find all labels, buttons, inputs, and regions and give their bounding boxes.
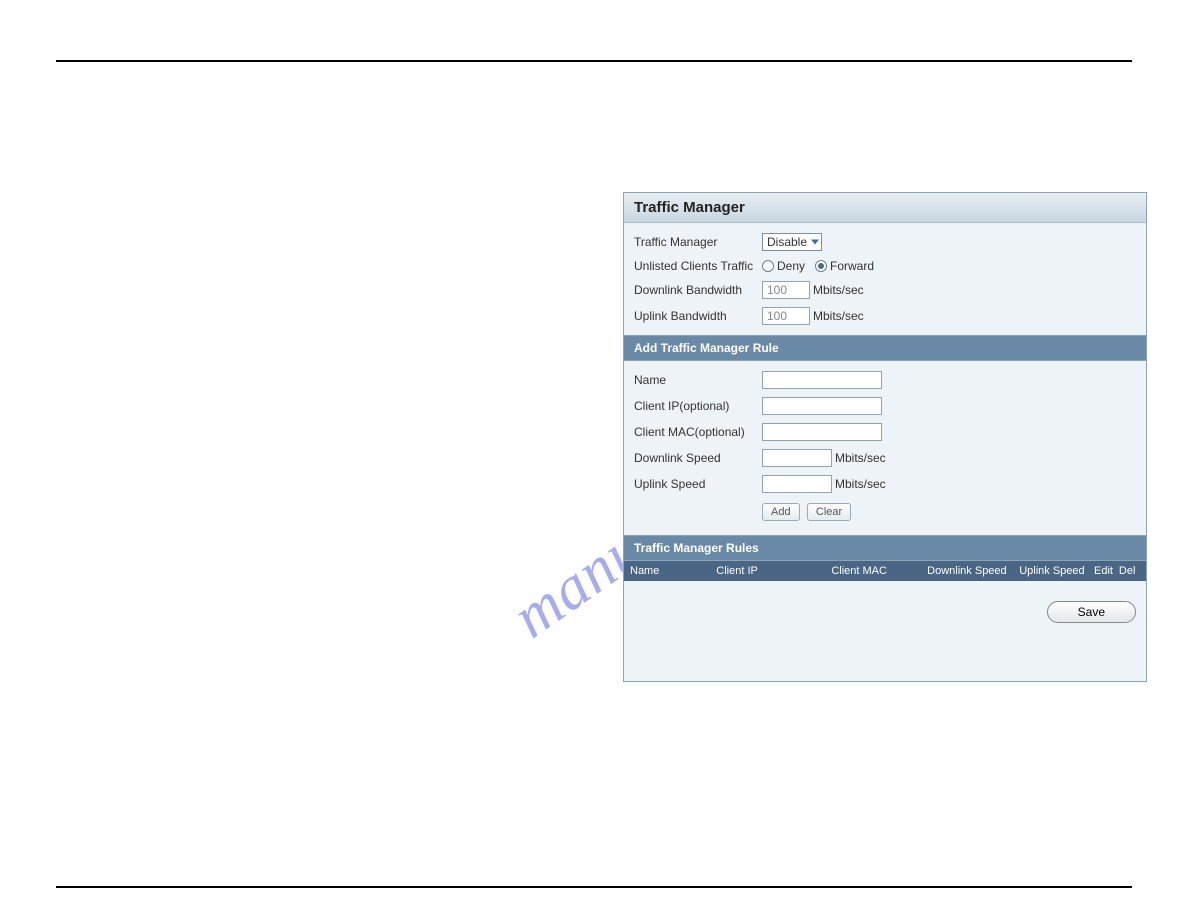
downlink-bw-input[interactable] <box>762 281 810 299</box>
bottom-divider <box>56 886 1132 888</box>
unlisted-label: Unlisted Clients Traffic <box>634 259 762 273</box>
downlink-speed-label: Downlink Speed <box>634 451 762 465</box>
row-downlink-speed: Downlink Speed Mbits/sec <box>634 445 1136 471</box>
clear-button[interactable]: Clear <box>807 503 851 521</box>
client-mac-input[interactable] <box>762 423 882 441</box>
uplink-bw-label: Uplink Bandwidth <box>634 309 762 323</box>
panel-title: Traffic Manager <box>624 193 1146 223</box>
client-mac-label: Client MAC(optional) <box>634 425 762 439</box>
row-client-mac: Client MAC(optional) <box>634 419 1136 445</box>
uplink-speed-label: Uplink Speed <box>634 477 762 491</box>
downlink-speed-input[interactable] <box>762 449 832 467</box>
traffic-manager-label: Traffic Manager <box>634 235 762 249</box>
row-downlink-bw: Downlink Bandwidth Mbits/sec <box>634 277 1136 303</box>
client-ip-label: Client IP(optional) <box>634 399 762 413</box>
name-input[interactable] <box>762 371 882 389</box>
client-ip-input[interactable] <box>762 397 882 415</box>
add-button[interactable]: Add <box>762 503 800 521</box>
chevron-down-icon <box>811 240 819 245</box>
col-downlink: Downlink Speed <box>927 565 1019 577</box>
add-rule-header: Add Traffic Manager Rule <box>624 335 1146 361</box>
add-rule-section: Name Client IP(optional) Client MAC(opti… <box>624 361 1146 535</box>
traffic-manager-select[interactable]: Disable <box>762 233 822 251</box>
radio-forward-label: Forward <box>830 259 874 273</box>
col-client-ip: Client IP <box>716 565 831 577</box>
row-uplink-speed: Uplink Speed Mbits/sec <box>634 471 1136 497</box>
uplink-speed-input[interactable] <box>762 475 832 493</box>
uplink-speed-unit: Mbits/sec <box>835 477 886 491</box>
row-name: Name <box>634 367 1136 393</box>
col-name: Name <box>630 565 716 577</box>
col-client-mac: Client MAC <box>831 565 927 577</box>
downlink-bw-label: Downlink Bandwidth <box>634 283 762 297</box>
save-button[interactable]: Save <box>1047 601 1136 623</box>
col-uplink: Uplink Speed <box>1019 565 1094 577</box>
rules-columns-row: Name Client IP Client MAC Downlink Speed… <box>624 561 1146 581</box>
radio-deny[interactable] <box>762 260 774 272</box>
row-uplink-bw: Uplink Bandwidth Mbits/sec <box>634 303 1136 329</box>
traffic-manager-panel: Traffic Manager Traffic Manager Disable … <box>623 192 1147 682</box>
name-label: Name <box>634 373 762 387</box>
top-divider <box>56 60 1132 62</box>
radio-forward[interactable] <box>815 260 827 272</box>
save-row: Save <box>624 581 1146 681</box>
row-client-ip: Client IP(optional) <box>634 393 1136 419</box>
add-clear-row: Add Clear <box>634 497 1136 529</box>
traffic-manager-select-value: Disable <box>767 235 807 249</box>
uplink-bw-input[interactable] <box>762 307 810 325</box>
col-edit: Edit <box>1094 565 1119 577</box>
uplink-bw-unit: Mbits/sec <box>813 309 864 323</box>
downlink-speed-unit: Mbits/sec <box>835 451 886 465</box>
row-traffic-manager: Traffic Manager Disable <box>634 229 1136 255</box>
downlink-bw-unit: Mbits/sec <box>813 283 864 297</box>
radio-deny-label: Deny <box>777 259 805 273</box>
row-unlisted: Unlisted Clients Traffic Deny Forward <box>634 255 1136 277</box>
rules-header: Traffic Manager Rules <box>624 535 1146 561</box>
settings-section: Traffic Manager Disable Unlisted Clients… <box>624 223 1146 335</box>
col-del: Del <box>1119 565 1140 577</box>
